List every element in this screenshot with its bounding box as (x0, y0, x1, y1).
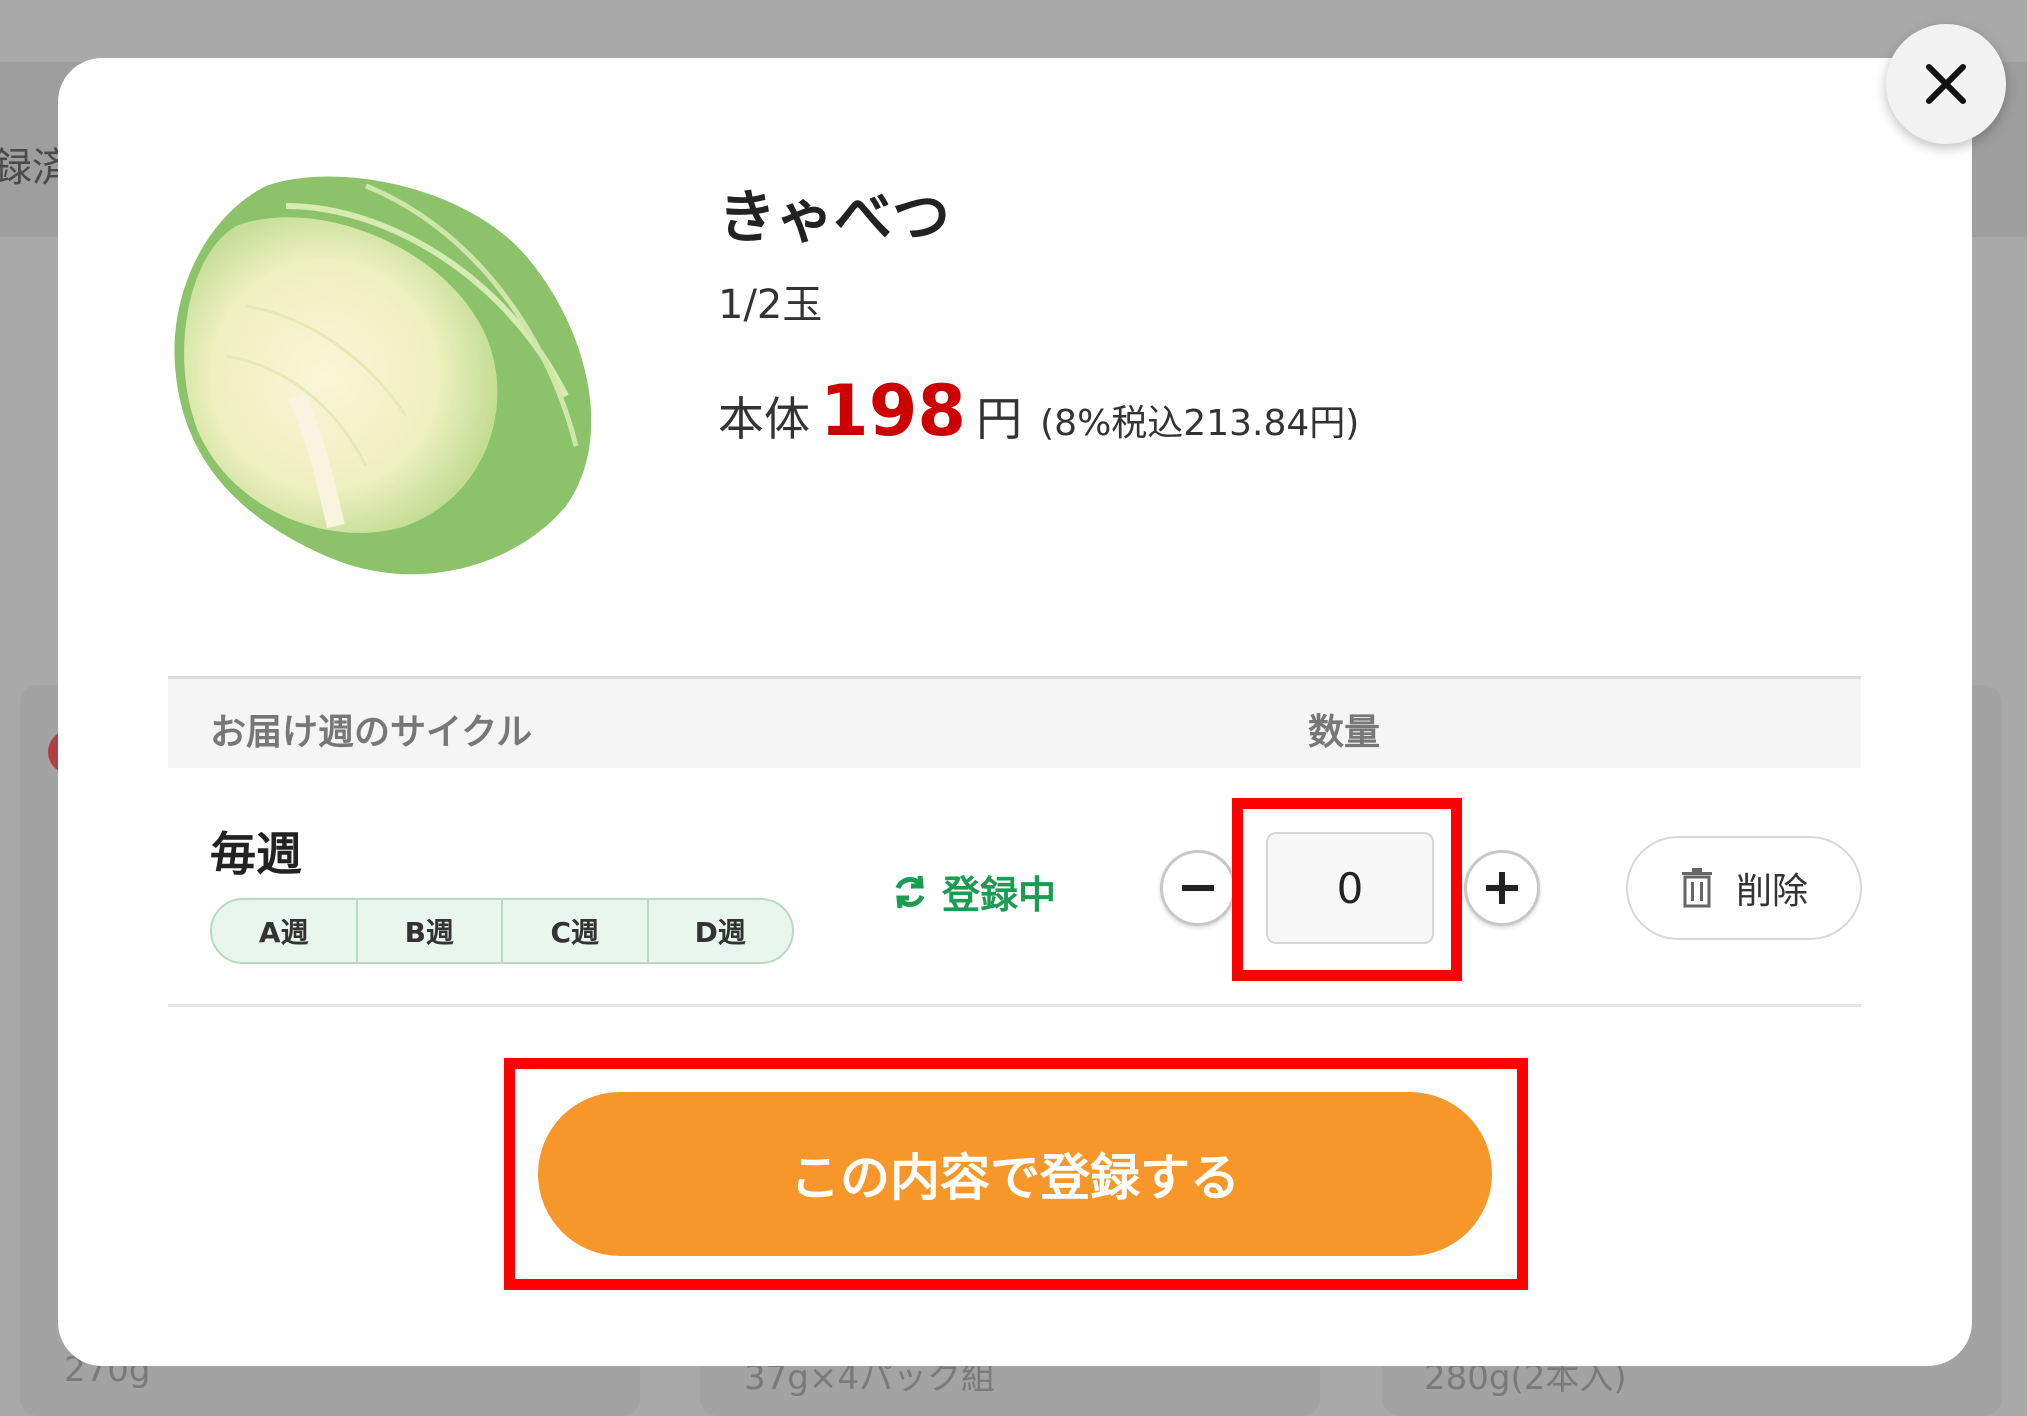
price-tax-included: (8%税込213.84円) (1040, 403, 1360, 444)
registration-status: 登録中 (890, 864, 1056, 919)
delete-label: 削除 (1735, 871, 1808, 912)
product-name: きゃべつ (718, 183, 951, 251)
week-b[interactable]: B週 (358, 900, 503, 962)
product-modal: きゃべつ 1/2玉 本体 198 円 (8%税込213.84円) お届け週のサイ… (58, 58, 1972, 1366)
trash-icon (1681, 868, 1712, 908)
increment-button[interactable] (1464, 850, 1540, 926)
close-icon (1926, 64, 1966, 104)
quantity-input[interactable] (1266, 832, 1434, 944)
delivery-cycle-label: 毎週 (210, 827, 302, 881)
delete-button[interactable]: 削除 (1626, 836, 1862, 940)
week-selector: A週 B週 C週 D週 (210, 898, 794, 964)
header-quantity: 数量 (1308, 712, 1381, 753)
minus-icon (1182, 885, 1214, 891)
price-line: 本体 198 円 (8%税込213.84円) (718, 370, 1359, 452)
week-c[interactable]: C週 (503, 900, 649, 962)
row-divider (168, 1004, 1861, 1007)
price-value: 198 (820, 370, 967, 452)
header-delivery-cycle: お届け週のサイクル (210, 712, 533, 753)
price-unit: 円 (976, 392, 1023, 446)
plus-icon (1486, 872, 1518, 904)
register-submit-button[interactable]: この内容で登録する (538, 1092, 1492, 1256)
close-button[interactable] (1886, 24, 2006, 144)
week-a[interactable]: A週 (212, 900, 358, 962)
week-d[interactable]: D週 (649, 900, 793, 962)
status-label: 登録中 (942, 873, 1057, 917)
refresh-icon (895, 875, 925, 908)
price-label: 本体 (718, 392, 810, 446)
product-size: 1/2玉 (718, 282, 823, 328)
decrement-button[interactable] (1160, 850, 1236, 926)
cabbage-image (166, 166, 610, 586)
table-header: お届け週のサイクル 数量 (168, 676, 1861, 768)
